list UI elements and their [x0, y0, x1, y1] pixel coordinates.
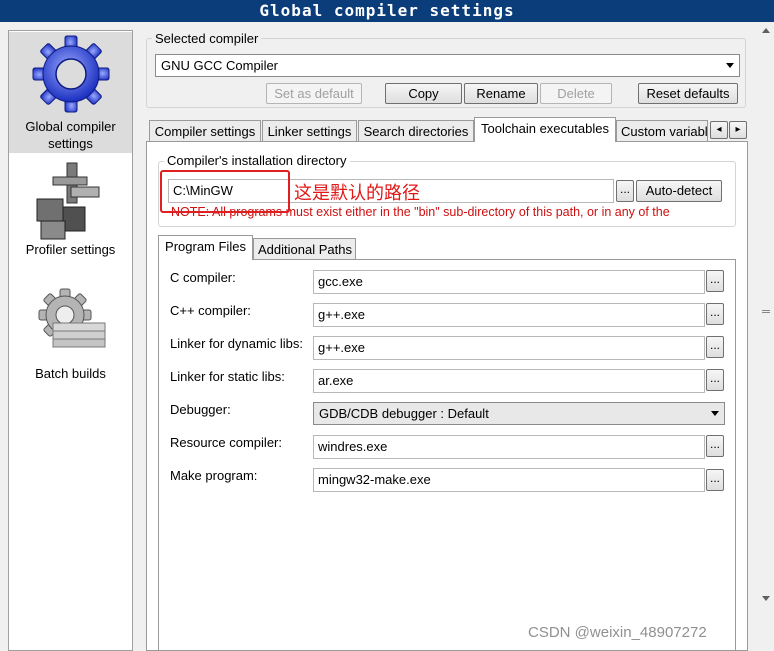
compiler-select-value: GNU GCC Compiler: [161, 58, 279, 73]
arrow-left-icon: ◂: [716, 124, 722, 135]
subtab-program-files[interactable]: Program Files: [158, 235, 253, 260]
dynamic-linker-input[interactable]: g++.exe: [313, 336, 705, 360]
vertical-scrollbar[interactable]: [758, 22, 774, 651]
subtab-additional-paths[interactable]: Additional Paths: [253, 238, 356, 260]
delete-button[interactable]: Delete: [540, 83, 612, 104]
debugger-select[interactable]: GDB/CDB debugger : Default: [313, 402, 725, 425]
make-program-label: Make program:: [170, 468, 258, 483]
category-label: Global compiler settings: [25, 119, 116, 151]
category-label: Profiler settings: [25, 242, 116, 257]
category-profiler-settings[interactable]: Profiler settings: [9, 155, 132, 265]
debugger-label: Debugger:: [170, 402, 231, 417]
cpp-compiler-input[interactable]: g++.exe: [313, 303, 705, 327]
category-batch-builds[interactable]: Batch builds: [9, 279, 132, 389]
compiler-select[interactable]: GNU GCC Compiler: [155, 54, 740, 77]
auto-detect-button[interactable]: Auto-detect: [636, 180, 722, 202]
install-dir-group-label: Compiler's installation directory: [164, 153, 350, 168]
tab-toolchain-executables[interactable]: Toolchain executables: [474, 117, 616, 142]
static-linker-input[interactable]: ar.exe: [313, 369, 705, 393]
scroll-down-icon: [762, 596, 770, 601]
tab-scroll-right-button[interactable]: ▸: [729, 121, 747, 139]
chevron-down-icon: [711, 411, 719, 416]
c-compiler-label: C compiler:: [170, 270, 236, 285]
scroll-up-icon: [762, 28, 770, 33]
make-program-browse-button[interactable]: ...: [706, 469, 724, 491]
tab-compiler-settings[interactable]: Compiler settings: [149, 120, 261, 142]
tab-linker-settings[interactable]: Linker settings: [262, 120, 357, 142]
make-program-input[interactable]: mingw32-make.exe: [313, 468, 705, 492]
batch-gear-icon: [38, 288, 106, 348]
tab-scroll-left-button[interactable]: ◂: [710, 121, 728, 139]
scroll-grip-icon: [762, 310, 770, 313]
dynamic-linker-label: Linker for dynamic libs:: [170, 336, 303, 351]
copy-button[interactable]: Copy: [385, 83, 462, 104]
cpp-compiler-label: C++ compiler:: [170, 303, 251, 318]
set-as-default-button[interactable]: Set as default: [266, 83, 362, 104]
debugger-select-value: GDB/CDB debugger : Default: [319, 406, 489, 421]
window-title: Global compiler settings: [0, 0, 774, 22]
selected-compiler-group-label: Selected compiler: [152, 31, 262, 46]
dynamic-linker-browse-button[interactable]: ...: [706, 336, 724, 358]
category-list: Global compiler settings Profiler settin…: [8, 30, 133, 651]
category-global-compiler-settings[interactable]: Global compiler settings: [9, 32, 132, 153]
annotation-text: 这是默认的路径: [294, 183, 420, 203]
resource-compiler-browse-button[interactable]: ...: [706, 435, 724, 457]
resource-compiler-input[interactable]: windres.exe: [313, 435, 705, 459]
c-compiler-browse-button[interactable]: ...: [706, 270, 724, 292]
rename-button[interactable]: Rename: [464, 83, 538, 104]
static-linker-label: Linker for static libs:: [170, 369, 285, 384]
gear-icon: [32, 35, 110, 113]
category-label: Batch builds: [35, 366, 106, 381]
watermark: CSDN @weixin_48907272: [528, 624, 707, 641]
static-linker-browse-button[interactable]: ...: [706, 369, 724, 391]
tab-custom-variables[interactable]: Custom variabl: [616, 120, 708, 142]
install-dir-browse-button[interactable]: ...: [616, 180, 634, 202]
reset-defaults-button[interactable]: Reset defaults: [638, 83, 738, 104]
profiler-icon: [36, 162, 100, 240]
chevron-down-icon: [726, 63, 734, 68]
cpp-compiler-browse-button[interactable]: ...: [706, 303, 724, 325]
resource-compiler-label: Resource compiler:: [170, 435, 282, 450]
arrow-right-icon: ▸: [735, 124, 741, 135]
c-compiler-input[interactable]: gcc.exe: [313, 270, 705, 294]
tab-search-directories[interactable]: Search directories: [358, 120, 474, 142]
highlight-box: [160, 170, 290, 213]
